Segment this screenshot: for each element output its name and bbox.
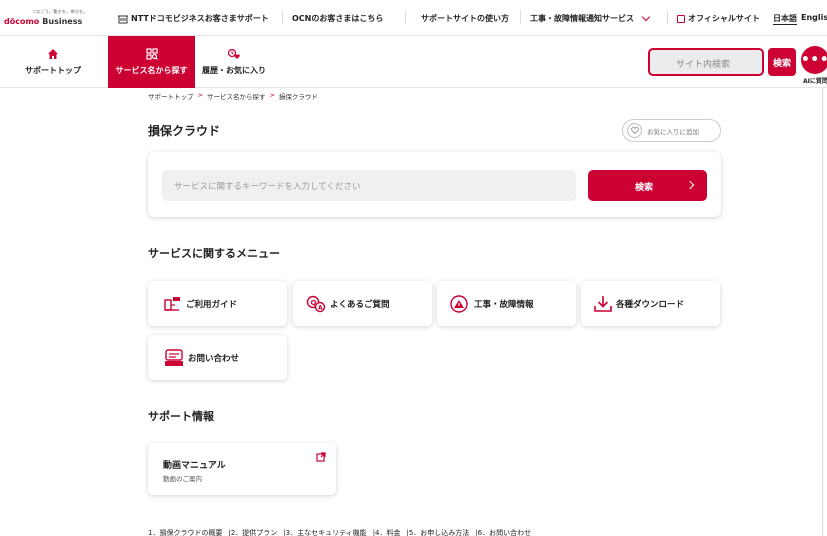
page-edge-divider xyxy=(822,88,823,536)
page-title: 損保クラウド xyxy=(148,124,221,138)
topbar-maintenance-label: 工事・故障情報通知サービス xyxy=(530,14,634,23)
history-favorite-icon xyxy=(227,48,240,59)
tab-support-top-label: サポートトップ xyxy=(25,66,81,75)
breadcrumb-item-top[interactable]: サポートトップ xyxy=(148,91,194,101)
lang-japanese[interactable]: 日本語 xyxy=(773,13,797,25)
topbar-divider xyxy=(667,10,668,24)
home-icon xyxy=(48,49,58,59)
keyword-search-button-label: 検索 xyxy=(635,183,654,193)
maintenance-icon xyxy=(450,294,468,313)
tab-search-by-service[interactable]: サービス名から探す xyxy=(108,36,195,88)
ai-chat-label: AIに質問 xyxy=(803,78,827,85)
lang-english-label: English xyxy=(801,13,827,22)
menu-item-faq-label: よくあるご質問 xyxy=(330,299,390,310)
site-search-button[interactable]: 検索 xyxy=(768,48,796,76)
topbar-howto-label: サポートサイトの使い方 xyxy=(421,14,509,23)
topbar-divider xyxy=(405,10,406,24)
keyword-search-button[interactable]: 検索 xyxy=(588,170,707,201)
docomo-business-logo[interactable]: つなごう。驚きを。幸せを。 döcomo Business xyxy=(4,9,116,31)
logo-tagline: つなごう。驚きを。幸せを。 xyxy=(32,9,88,14)
heart-icon xyxy=(627,123,642,138)
chevron-right-icon xyxy=(685,180,695,190)
breadcrumb-item-service[interactable]: サービス名から探す xyxy=(207,91,266,101)
logo-brand-main: döcomo xyxy=(4,17,40,26)
page-anchor-links: 1．損保クラウドの概要 |2．提供プラン |3．主なセキュリティ機能 |4．料金… xyxy=(148,528,537,536)
add-favorite-button[interactable]: お気に入りに追加 xyxy=(622,119,721,142)
tab-history-favorites[interactable]: 履歴・お気に入り xyxy=(196,36,272,88)
add-favorite-label: お気に入りに追加 xyxy=(647,127,699,136)
topbar-divider xyxy=(282,10,283,24)
tab-support-top[interactable]: サポートトップ xyxy=(0,36,106,88)
site-search-input[interactable]: サイト内検索 xyxy=(648,48,764,76)
menu-item-download[interactable]: 各種ダウンロード xyxy=(581,281,720,326)
grid-search-icon xyxy=(145,48,158,60)
logo-brand-sub: Business xyxy=(42,17,83,26)
video-manual-subtitle: 動画のご案内 xyxy=(163,475,202,483)
chevron-down-icon xyxy=(641,12,651,22)
lang-japanese-label: 日本語 xyxy=(773,14,797,25)
svg-text:A: A xyxy=(318,304,323,311)
top-utility-bar: つなごう。驚きを。幸せを。 döcomo Business NTTドコモビジネス… xyxy=(0,0,827,36)
contact-icon xyxy=(165,348,183,366)
anchor-link-plans[interactable]: |2．提供プラン xyxy=(228,528,277,536)
anchor-link-security[interactable]: |3．主なセキュリティ機能 xyxy=(283,528,366,536)
menu-item-contact-label: お問い合わせ xyxy=(188,353,240,364)
menu-item-guide[interactable]: ご利用ガイド xyxy=(148,281,287,326)
menu-item-maintenance-label: 工事・故障情報 xyxy=(474,299,534,310)
topbar-ocn-label: OCNのお客さまはこちら xyxy=(292,14,384,23)
breadcrumb-item-current: 損保クラウド xyxy=(278,93,318,101)
anchor-link-application[interactable]: |5．お申し込み方法 xyxy=(407,528,470,536)
guide-icon xyxy=(164,296,180,311)
tab-history-favorites-label: 履歴・お気に入り xyxy=(202,66,266,75)
menu-item-maintenance[interactable]: 工事・故障情報 xyxy=(437,281,576,326)
menu-item-faq[interactable]: QA よくあるご質問 xyxy=(293,281,432,326)
breadcrumb-separator: > xyxy=(269,91,275,99)
faq-icon: QA xyxy=(306,295,326,312)
ai-chat-button[interactable]: ••• xyxy=(801,46,827,74)
external-link-icon xyxy=(677,14,685,23)
support-section-title: サポート情報 xyxy=(148,410,214,423)
keyword-search-input[interactable]: サービスに関するキーワードを入力してください xyxy=(162,170,576,201)
video-manual-title: 動画マニュアル xyxy=(163,461,226,471)
breadcrumb: サポートトップ > サービス名から探す > 損保クラウド xyxy=(148,91,318,101)
lang-english[interactable]: English xyxy=(801,13,827,22)
topbar-ocn-link[interactable]: OCNのお客さまはこちら xyxy=(292,13,383,24)
service-search-card: サービスに関するキーワードを入力してください 検索 xyxy=(148,152,721,217)
menu-item-download-label: 各種ダウンロード xyxy=(616,299,685,310)
topbar-maintenance-dropdown[interactable]: 工事・故障情報通知サービス xyxy=(530,12,651,24)
topbar-support-label: NTTドコモビジネスお客さまサポート xyxy=(131,14,269,23)
building-icon xyxy=(118,15,128,23)
topbar-official-label: オフィシャルサイト xyxy=(688,14,760,23)
anchor-link-contact[interactable]: |6．お問い合わせ xyxy=(475,528,531,536)
topbar-divider xyxy=(520,10,521,24)
menu-item-contact[interactable]: お問い合わせ xyxy=(148,335,287,380)
anchor-link-overview[interactable]: 1．損保クラウドの概要 xyxy=(148,528,222,536)
topbar-howto-link[interactable]: サポートサイトの使い方 xyxy=(421,13,509,24)
download-icon xyxy=(594,295,612,312)
menu-item-guide-label: ご利用ガイド xyxy=(186,299,238,310)
tab-search-by-service-label: サービス名から探す xyxy=(115,66,188,75)
breadcrumb-separator: > xyxy=(197,91,203,99)
anchor-link-pricing[interactable]: |4．料金 xyxy=(373,528,401,536)
menu-section-title: サービスに関するメニュー xyxy=(148,247,280,260)
topbar-support-link[interactable]: NTTドコモビジネスお客さまサポート xyxy=(118,13,269,24)
external-link-icon xyxy=(316,452,326,462)
video-manual-card[interactable]: 動画マニュアル 動画のご案内 xyxy=(148,443,336,495)
topbar-official-link[interactable]: オフィシャルサイト xyxy=(677,13,760,24)
